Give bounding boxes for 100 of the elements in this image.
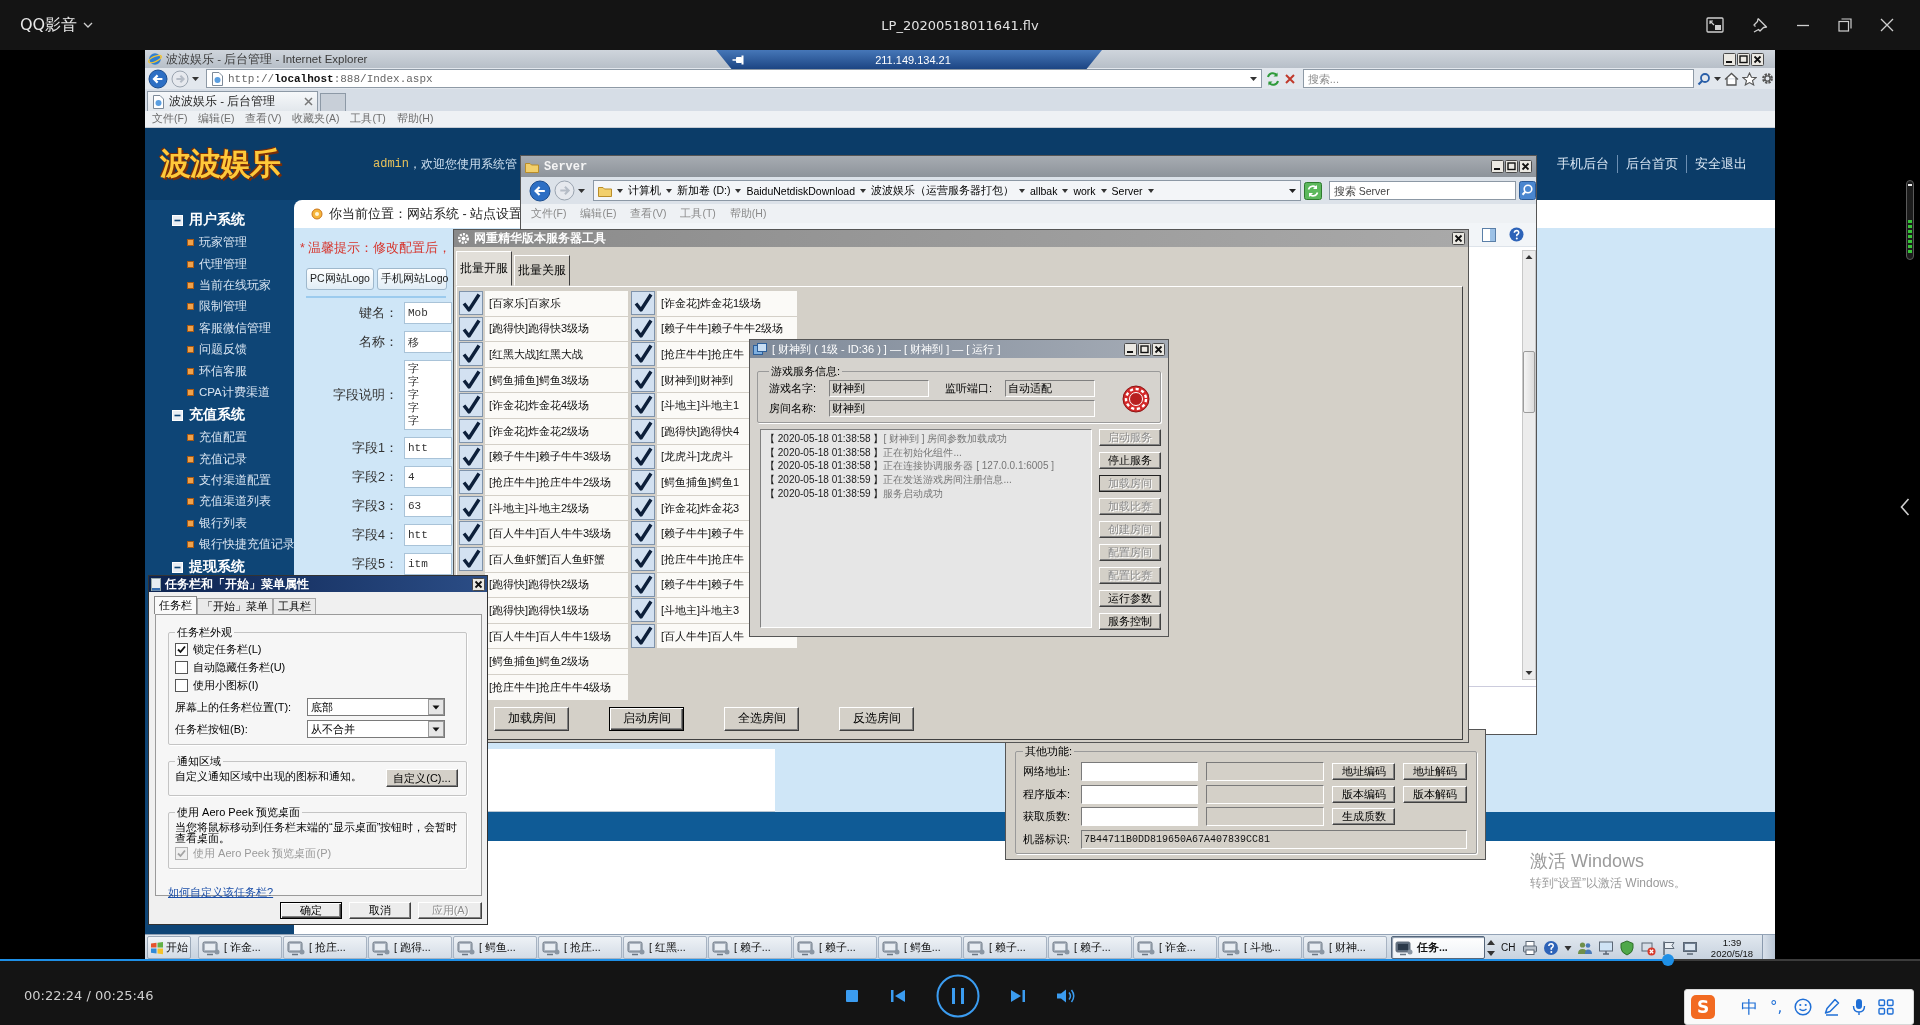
room-label[interactable]: [财神到]财神到 bbox=[661, 372, 734, 388]
caret-icon[interactable] bbox=[860, 188, 866, 193]
scrollbar-thumb[interactable] bbox=[1523, 351, 1535, 413]
text-field[interactable] bbox=[1081, 784, 1198, 804]
action-button[interactable]: 全选房间 bbox=[724, 706, 799, 731]
checkbox[interactable] bbox=[631, 572, 655, 597]
breadcrumb-item[interactable]: 波波娱乐（运营服务器打包） bbox=[871, 183, 1014, 198]
breadcrumb-item[interactable]: BaiduNetdiskDownload bbox=[746, 184, 855, 197]
stop-icon[interactable] bbox=[1283, 72, 1296, 85]
pin-icon[interactable] bbox=[1752, 17, 1768, 33]
caret-icon[interactable] bbox=[192, 76, 199, 81]
taskbar-button[interactable]: [ 抢庄... bbox=[538, 936, 622, 959]
text-field[interactable]: Mob bbox=[404, 302, 452, 324]
checkbox[interactable] bbox=[459, 342, 483, 367]
tab[interactable]: 「开始」菜单 bbox=[197, 598, 273, 614]
caret-icon[interactable] bbox=[735, 188, 742, 193]
taskbar-button[interactable]: [ 红黑... bbox=[623, 936, 707, 959]
checkbox[interactable] bbox=[631, 393, 655, 418]
checkbox-label[interactable]: 锁定任务栏(L) bbox=[193, 641, 262, 657]
caret-icon[interactable] bbox=[1714, 76, 1721, 81]
sidebar-item[interactable]: 充值配置 bbox=[145, 427, 294, 449]
action-button[interactable]: 停止服务 bbox=[1099, 452, 1161, 469]
language-indicator[interactable]: CH bbox=[1501, 942, 1516, 953]
sidebar-item[interactable]: CPA计费渠道 bbox=[145, 381, 294, 404]
sidebar-item[interactable]: 充值渠道列表 bbox=[145, 491, 294, 513]
room-label[interactable]: [跑得快]跑得快4 bbox=[661, 423, 740, 439]
sidebar-item[interactable]: 代理管理 bbox=[145, 253, 294, 275]
dropdown[interactable]: 底部 bbox=[307, 698, 445, 716]
grid-icon[interactable] bbox=[1878, 999, 1895, 1015]
flag-icon[interactable] bbox=[1661, 939, 1678, 956]
search-field[interactable]: 搜索... bbox=[1302, 69, 1694, 88]
minimize-icon[interactable] bbox=[1124, 342, 1137, 356]
dialog-button[interactable]: 确定 bbox=[280, 902, 342, 919]
sidebar-item[interactable]: 银行列表 bbox=[145, 512, 294, 535]
checkbox[interactable] bbox=[631, 291, 655, 315]
checkbox[interactable] bbox=[175, 678, 188, 692]
caret-icon[interactable] bbox=[1249, 76, 1257, 81]
ime-mode[interactable]: 中 bbox=[1741, 995, 1758, 1019]
menu-item[interactable]: 文件(F) bbox=[152, 112, 188, 126]
header-link[interactable]: 后台首页 bbox=[1617, 155, 1686, 173]
taskbar-button[interactable]: [ 鳄鱼... bbox=[878, 936, 962, 959]
action-button[interactable]: 生成质数 bbox=[1332, 808, 1395, 825]
text-field[interactable]: 财神到 bbox=[829, 380, 929, 397]
logo-tab-button[interactable]: 手机网站Logo bbox=[376, 268, 447, 290]
taskbar-button[interactable]: [ 财神... bbox=[1303, 936, 1387, 959]
text-field[interactable] bbox=[1081, 807, 1198, 826]
close-icon[interactable] bbox=[1519, 160, 1532, 173]
logo-tab-button[interactable]: PC网站Logo bbox=[306, 268, 374, 290]
menu-item[interactable]: 帮助(H) bbox=[396, 112, 434, 126]
caret-icon[interactable] bbox=[1100, 188, 1107, 193]
taskbar-button[interactable]: [ 赖子... bbox=[793, 936, 877, 959]
preview-pane-icon[interactable] bbox=[1482, 227, 1496, 242]
help-link[interactable]: 如何自定义该任务栏? bbox=[168, 885, 274, 900]
taskbar-button[interactable]: [ 跑得... bbox=[368, 936, 452, 959]
taskbar-button[interactable]: [ 赖子... bbox=[1048, 936, 1132, 959]
breadcrumb-item[interactable]: work bbox=[1073, 184, 1096, 197]
minimize-icon[interactable] bbox=[1723, 52, 1736, 66]
search-icon[interactable] bbox=[1519, 181, 1536, 200]
action-button[interactable]: 地址解码 bbox=[1403, 763, 1467, 780]
checkbox-label[interactable]: 使用小图标(I) bbox=[193, 677, 259, 693]
text-field[interactable]: 4 bbox=[404, 466, 452, 488]
close-icon[interactable] bbox=[1452, 232, 1465, 245]
clock-date[interactable]: 2020/5/18 bbox=[1710, 947, 1754, 959]
breadcrumb-item[interactable]: 新加卷 (D:) bbox=[677, 183, 731, 198]
maximize-icon[interactable] bbox=[1737, 52, 1750, 66]
clock-time[interactable]: 1:39 bbox=[1722, 936, 1742, 948]
action-button[interactable]: 服务控制 bbox=[1099, 613, 1161, 630]
app-name[interactable]: QQ影音 bbox=[20, 14, 78, 36]
checkbox[interactable] bbox=[631, 546, 655, 571]
shield-icon[interactable] bbox=[1619, 939, 1636, 956]
checkbox[interactable] bbox=[459, 546, 483, 571]
tab[interactable]: 批量开服 bbox=[456, 251, 512, 286]
sidebar-item[interactable]: 环信客服 bbox=[145, 360, 294, 382]
checkbox[interactable] bbox=[631, 367, 655, 392]
maximize-icon[interactable] bbox=[1505, 160, 1518, 173]
room-label[interactable]: [鳄鱼捕鱼]鳄鱼1 bbox=[661, 474, 740, 490]
caret-icon[interactable] bbox=[1019, 188, 1025, 193]
action-button[interactable]: 版本解码 bbox=[1403, 785, 1467, 803]
checkbox[interactable] bbox=[631, 316, 655, 341]
text-area[interactable]: 字 字 字 字 字 bbox=[404, 360, 452, 430]
stop-icon[interactable] bbox=[844, 987, 860, 1004]
home-icon[interactable] bbox=[1724, 71, 1739, 86]
taskbar-button[interactable]: [ 抢庄... bbox=[283, 936, 367, 959]
taskbar-button[interactable]: [ 鳄鱼... bbox=[453, 936, 537, 959]
search-field[interactable]: 搜索 Server bbox=[1328, 181, 1516, 200]
chevron-down-icon[interactable] bbox=[83, 22, 94, 28]
checkbox[interactable] bbox=[631, 623, 655, 648]
checkbox[interactable] bbox=[631, 598, 655, 623]
checkbox[interactable] bbox=[459, 418, 483, 443]
address-field[interactable]: 计算机 新加卷 (D:) BaiduNetdiskDownload 波波娱乐（运营服务器打包） allbak work Server bbox=[593, 180, 1301, 201]
ime-punctuation[interactable]: °, bbox=[1770, 998, 1783, 1016]
checkbox[interactable] bbox=[459, 521, 483, 546]
text-field[interactable] bbox=[1206, 784, 1324, 804]
checkbox[interactable] bbox=[631, 495, 655, 520]
tab[interactable]: 批量关服 bbox=[514, 255, 570, 286]
sidebar-item[interactable]: 玩家管理 bbox=[145, 232, 294, 254]
refresh-icon[interactable] bbox=[1303, 181, 1322, 200]
printer-icon[interactable] bbox=[1522, 939, 1539, 956]
address-field[interactable]: http://localhost:888/Index.aspx bbox=[206, 69, 1262, 88]
collapse-icon[interactable] bbox=[172, 214, 183, 226]
